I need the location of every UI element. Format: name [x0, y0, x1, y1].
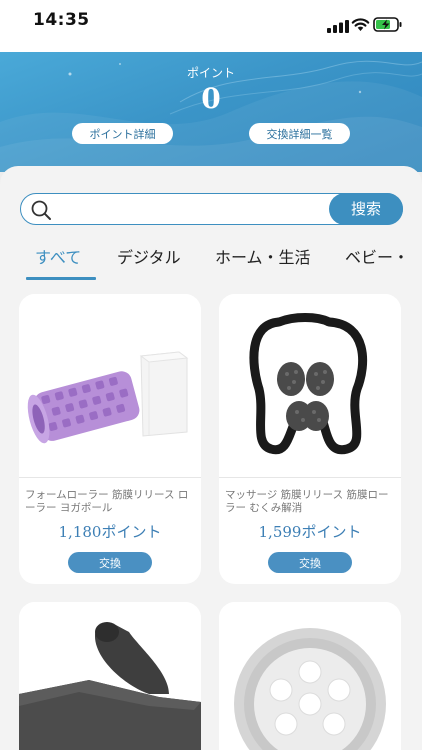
product-card[interactable]: マッサージ 筋膜リリース 筋膜ローラー むくみ解消 1,599ポイント 交換: [219, 294, 401, 584]
product-card[interactable]: [219, 602, 401, 750]
product-name: フォームローラー 筋膜リリース ローラー ヨガポール: [25, 489, 189, 514]
product-price: 1,180ポイント: [58, 523, 162, 541]
tab-home-life[interactable]: ホーム・生活: [215, 244, 311, 268]
battery-charging-icon: [373, 17, 402, 32]
main-panel: 搜索 すべて デジタル ホーム・生活 ベビー・ フォームローラー 筋膜リリース …: [0, 166, 422, 750]
card-divider: [19, 477, 201, 478]
foam-roller-image: [19, 294, 201, 477]
status-time: 14:35: [33, 10, 90, 30]
signal-icon: [327, 20, 349, 33]
points-header: ポイント 0 ポイント詳細 交換詳細一覧: [0, 52, 422, 172]
wifi-icon: [351, 18, 370, 31]
search-input[interactable]: [59, 198, 327, 220]
category-tabs: すべて デジタル ホーム・生活 ベビー・: [0, 244, 422, 282]
tab-all[interactable]: すべて: [35, 244, 81, 268]
exchange-button[interactable]: 交換: [68, 552, 152, 573]
yoga-mat-image: [19, 602, 201, 750]
tab-digital[interactable]: デジタル: [117, 244, 181, 268]
active-tab-indicator: [26, 277, 96, 280]
status-bar: 14:35: [0, 0, 422, 52]
exchange-list-button[interactable]: 交換詳細一覧: [249, 123, 350, 144]
massage-roller-image: [219, 294, 401, 477]
search-bar: 搜索: [20, 192, 403, 225]
points-label: ポイント: [186, 66, 235, 80]
exchange-button[interactable]: 交換: [268, 552, 352, 573]
product-price: 1,599ポイント: [258, 523, 362, 541]
search-icon: [31, 200, 51, 220]
led-light-image: [219, 602, 401, 750]
point-detail-button[interactable]: ポイント詳細: [72, 123, 173, 144]
points-value: 0: [201, 82, 221, 115]
card-divider: [219, 477, 401, 478]
product-card[interactable]: [19, 602, 201, 750]
search-button[interactable]: 搜索: [329, 192, 403, 225]
product-card[interactable]: フォームローラー 筋膜リリース ローラー ヨガポール 1,180ポイント 交換: [19, 294, 201, 584]
tab-baby[interactable]: ベビー・: [345, 244, 409, 268]
product-name: マッサージ 筋膜リリース 筋膜ローラー むくみ解消: [225, 489, 389, 514]
